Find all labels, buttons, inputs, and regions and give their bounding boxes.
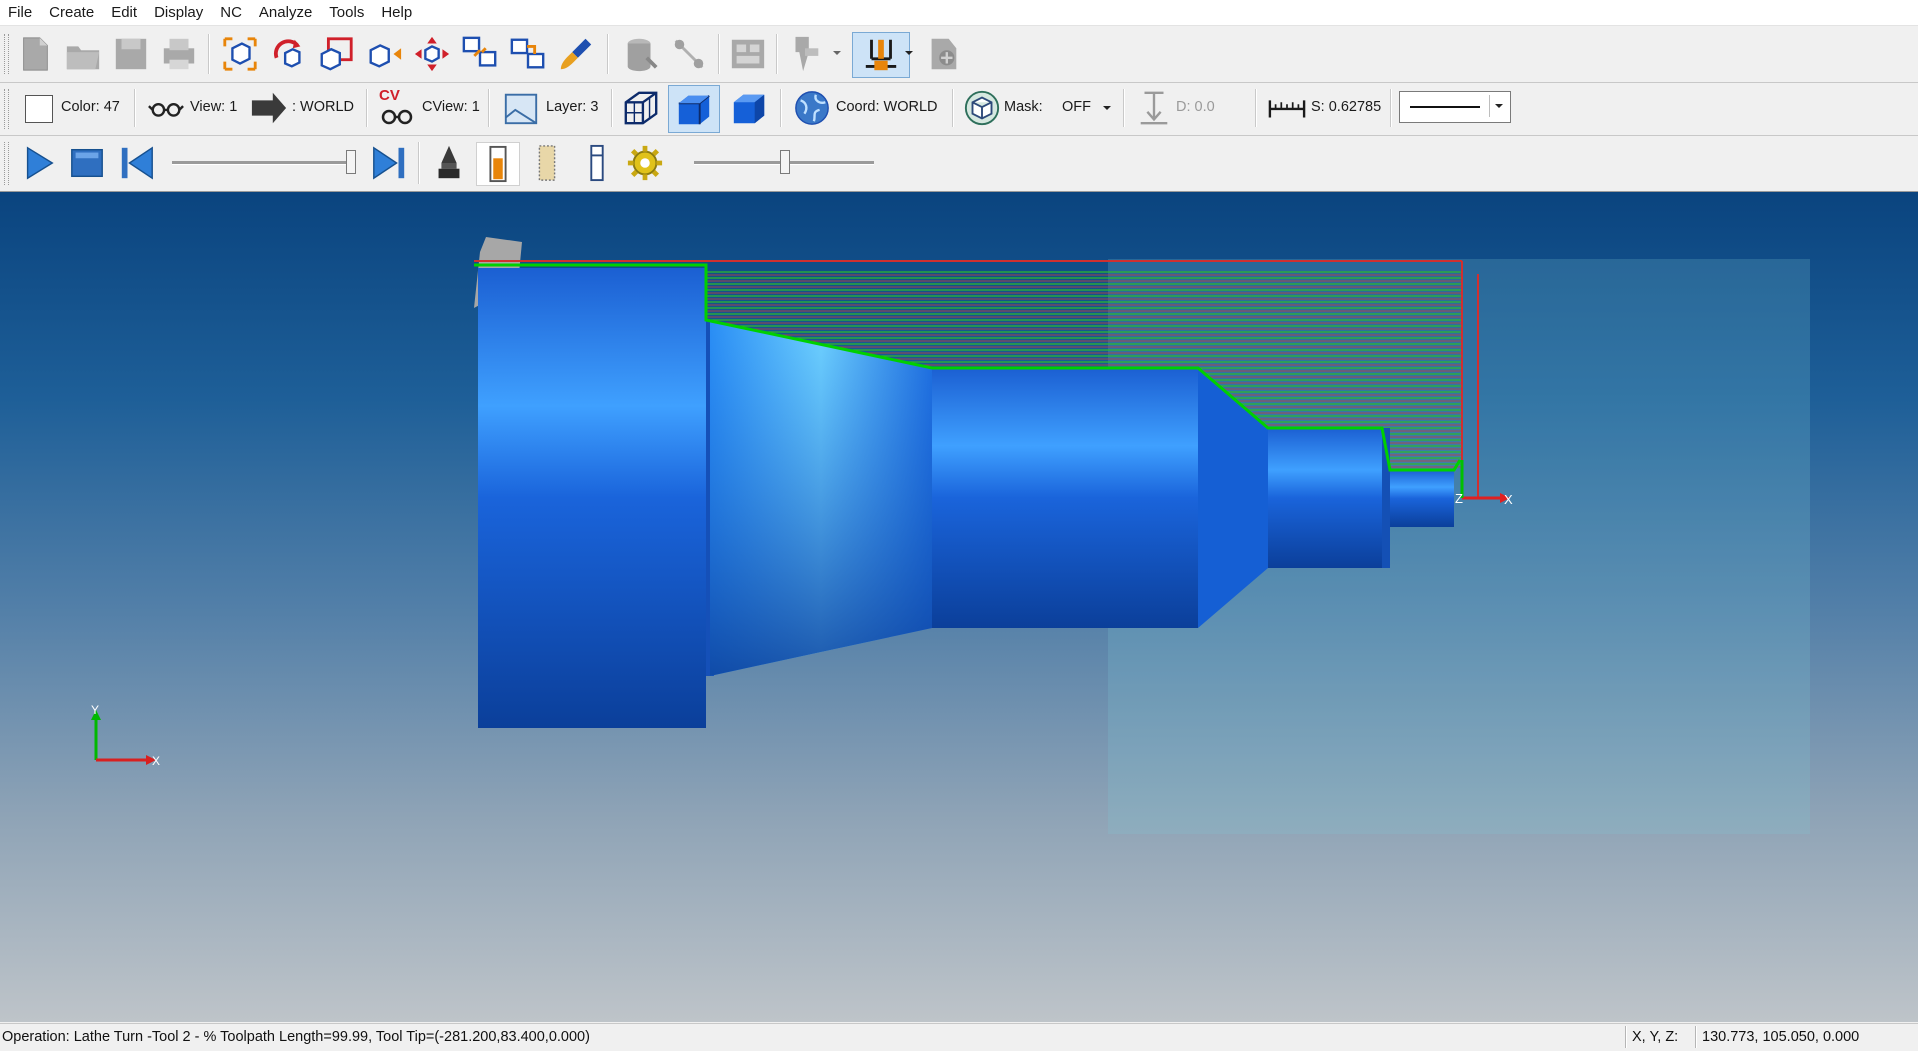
cview-label[interactable]: CView: 1 bbox=[422, 99, 480, 115]
ruler-scale-icon[interactable] bbox=[1266, 87, 1308, 129]
stock-setup-icon[interactable] bbox=[620, 33, 662, 75]
main-toolbar bbox=[0, 26, 1918, 83]
axis-triad: Y X bbox=[91, 703, 160, 768]
menu-bar: File Create Edit Display NC Analyze Tool… bbox=[0, 0, 1918, 26]
skip-end-icon[interactable] bbox=[368, 142, 410, 184]
menu-create[interactable]: Create bbox=[41, 4, 103, 21]
cview-icon[interactable]: CV bbox=[377, 87, 417, 129]
line-style-select[interactable] bbox=[1399, 91, 1511, 123]
layer-icon[interactable] bbox=[500, 87, 542, 129]
view-layout-icon[interactable] bbox=[507, 33, 549, 75]
mask-cube-icon[interactable] bbox=[961, 87, 1003, 129]
pan-view-icon[interactable] bbox=[411, 33, 453, 75]
world-arrow-icon[interactable] bbox=[248, 87, 290, 129]
mask-label: Mask: bbox=[1004, 99, 1043, 115]
part-flange bbox=[478, 268, 706, 728]
tool-cone-icon[interactable] bbox=[428, 142, 470, 184]
save-icon[interactable] bbox=[110, 33, 152, 75]
paint-brush-icon[interactable] bbox=[555, 33, 597, 75]
simulation-toolbar bbox=[0, 136, 1918, 192]
menu-tools[interactable]: Tools bbox=[321, 4, 373, 21]
glasses-view-icon[interactable] bbox=[145, 87, 187, 129]
globe-coord-icon[interactable] bbox=[791, 87, 833, 129]
graphics-viewport[interactable]: Z X Y X bbox=[0, 192, 1918, 1022]
sim-settings-gear-icon[interactable] bbox=[624, 142, 666, 184]
mask-value[interactable]: OFF bbox=[1062, 99, 1091, 115]
toolpath-dropdown-icon[interactable] bbox=[902, 46, 916, 60]
part-step bbox=[1268, 428, 1382, 568]
new-file-icon[interactable] bbox=[14, 33, 56, 75]
status-bar: Operation: Lathe Turn -Tool 2 - % Toolpa… bbox=[0, 1023, 1918, 1051]
open-folder-icon[interactable] bbox=[62, 33, 104, 75]
tool-holder-dropdown-icon[interactable] bbox=[830, 46, 844, 60]
shaded-edges-icon[interactable] bbox=[668, 85, 720, 133]
view-label[interactable]: View: 1 bbox=[190, 99, 237, 115]
color-swatch[interactable] bbox=[25, 95, 53, 123]
rewind-icon[interactable] bbox=[116, 142, 158, 184]
zoom-fit-icon[interactable] bbox=[219, 33, 261, 75]
wireframe-icon[interactable] bbox=[620, 87, 662, 129]
line-style-dropdown-icon[interactable] bbox=[1489, 95, 1508, 117]
simulation-speed-thumb[interactable] bbox=[780, 150, 790, 174]
viewport-canvas: Z X Y X bbox=[91, 237, 1810, 834]
status-operation: Operation: Lathe Turn -Tool 2 - % Toolpa… bbox=[2, 1029, 590, 1045]
tool-display-icon[interactable] bbox=[476, 142, 520, 186]
simulation-progress-track[interactable] bbox=[172, 161, 352, 165]
color-label[interactable]: Color: 47 bbox=[61, 99, 120, 115]
menu-file[interactable]: File bbox=[0, 4, 41, 21]
toolbar-grip[interactable] bbox=[4, 34, 9, 74]
part-main-diameter bbox=[932, 368, 1198, 628]
status-xyz-value: 130.773, 105.050, 0.000 bbox=[1702, 1029, 1860, 1045]
rotate-view-icon[interactable] bbox=[267, 33, 309, 75]
simulation-progress-thumb[interactable] bbox=[346, 150, 356, 174]
part-tip bbox=[1390, 470, 1454, 527]
status-xyz-label: X, Y, Z: bbox=[1632, 1029, 1679, 1045]
menu-help[interactable]: Help bbox=[373, 4, 421, 21]
origin-x-label: X bbox=[1504, 492, 1513, 507]
menu-display[interactable]: Display bbox=[146, 4, 212, 21]
holder-display-icon[interactable] bbox=[576, 142, 618, 184]
stock-display-icon[interactable] bbox=[526, 142, 568, 184]
depth-arrow-icon[interactable] bbox=[1133, 87, 1175, 129]
shaded-icon[interactable] bbox=[728, 87, 770, 129]
scale-label[interactable]: S: 0.62785 bbox=[1311, 99, 1381, 115]
depth-label[interactable]: D: 0.0 bbox=[1176, 99, 1215, 115]
menu-edit[interactable]: Edit bbox=[103, 4, 146, 21]
menu-nc[interactable]: NC bbox=[212, 4, 251, 21]
zoom-out-icon[interactable] bbox=[363, 33, 405, 75]
origin-z-label: Z bbox=[1455, 491, 1463, 506]
print-icon[interactable] bbox=[158, 33, 200, 75]
post-process-icon[interactable] bbox=[922, 33, 964, 75]
layer-label[interactable]: Layer: 3 bbox=[546, 99, 598, 115]
coord-label[interactable]: Coord: WORLD bbox=[836, 99, 938, 115]
line-style-preview bbox=[1410, 106, 1480, 108]
toolbar-grip[interactable] bbox=[4, 142, 9, 185]
menu-analyze[interactable]: Analyze bbox=[251, 4, 321, 21]
axis-x-label: X bbox=[152, 754, 160, 768]
play-icon[interactable] bbox=[18, 142, 60, 184]
tool-holder-icon[interactable] bbox=[784, 33, 826, 75]
stop-icon[interactable] bbox=[66, 142, 108, 184]
mask-dropdown-icon[interactable] bbox=[1100, 101, 1114, 115]
world-label[interactable]: : WORLD bbox=[292, 99, 354, 115]
multi-view-icon[interactable] bbox=[459, 33, 501, 75]
properties-toolbar: Color: 47 View: 1 : WORLD CV CView: 1 La… bbox=[0, 83, 1918, 136]
toolbar-grip[interactable] bbox=[4, 89, 9, 129]
machine-setup-icon[interactable] bbox=[727, 33, 769, 75]
link-icon[interactable] bbox=[668, 33, 710, 75]
zoom-window-icon[interactable] bbox=[315, 33, 357, 75]
axis-y-label: Y bbox=[91, 703, 99, 717]
